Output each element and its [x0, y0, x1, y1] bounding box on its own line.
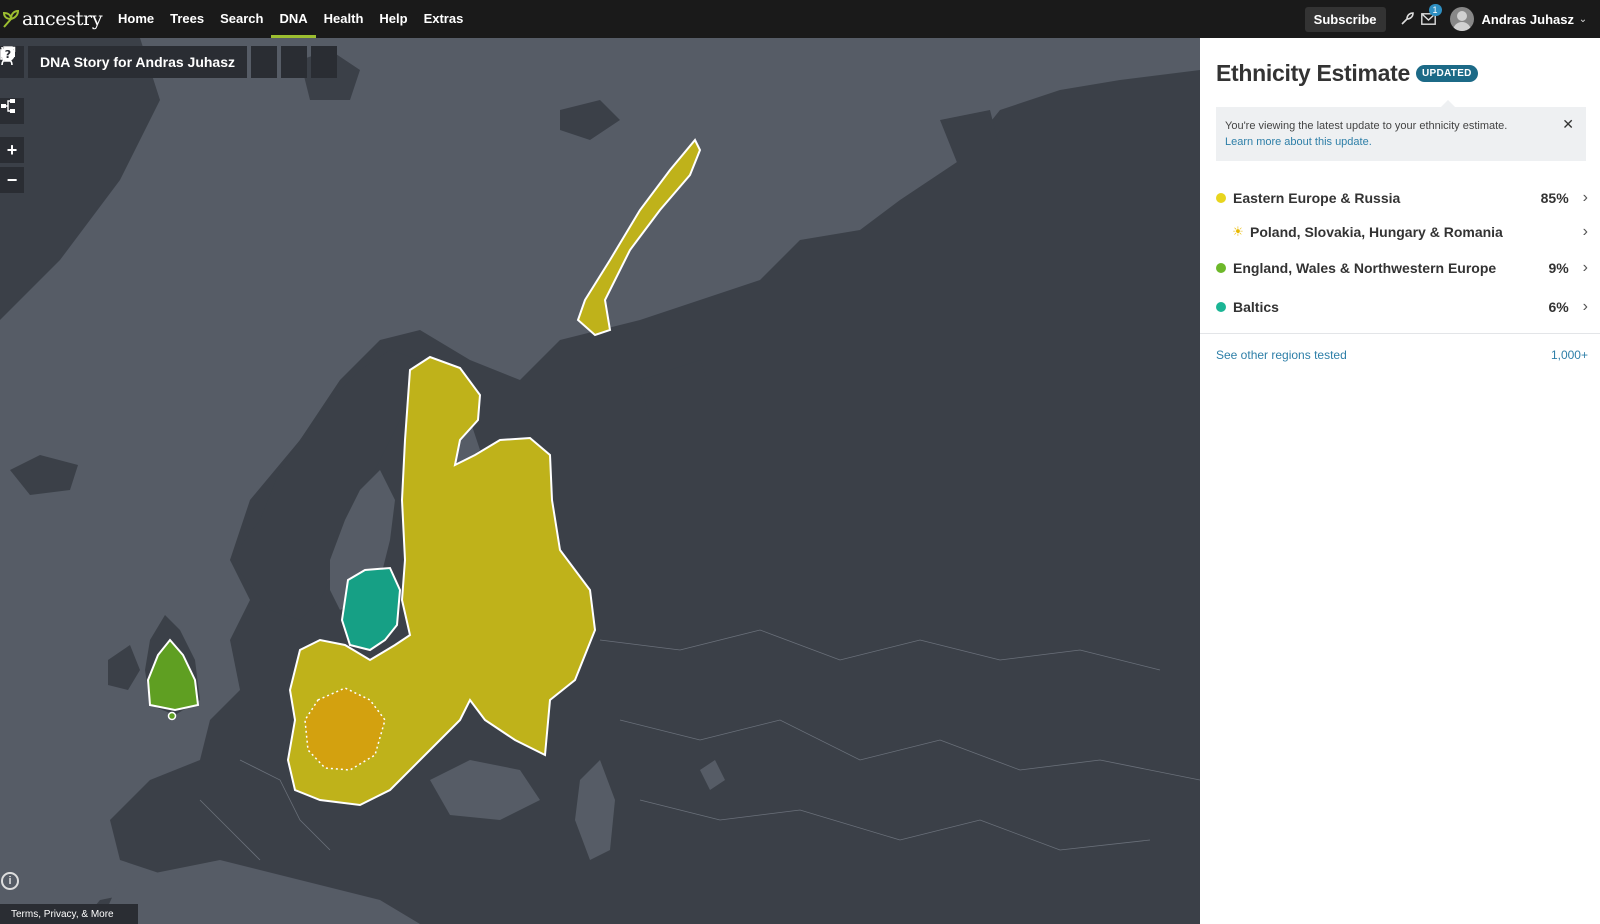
see-other-regions-link[interactable]: See other regions tested [1216, 348, 1347, 362]
update-notice: You're viewing the latest update to your… [1216, 100, 1586, 161]
zoom-out-button[interactable]: − [0, 167, 24, 193]
nav-health[interactable]: Health [316, 0, 372, 38]
logo-text: ancestry [22, 8, 103, 30]
messages-icon[interactable]: 1 [1420, 4, 1442, 28]
header-tools: Subscribe 1 Andras Juhasz ⌄ [1304, 0, 1592, 38]
nav-help[interactable]: Help [371, 0, 415, 38]
user-name[interactable]: Andras Juhasz [1482, 12, 1574, 27]
zoom-in-button[interactable]: + [0, 137, 24, 163]
region-percent: 9% [1548, 260, 1569, 276]
terms-privacy-link[interactable]: Terms, Privacy, & More [0, 904, 138, 924]
user-avatar[interactable] [1449, 7, 1474, 31]
dna-story-title[interactable]: DNA Story for Andras Juhasz [28, 46, 247, 78]
ethnicity-panel: Ethnicity Estimate UPDATED You're viewin… [1200, 38, 1600, 924]
sun-subregion-icon: ☀ [1232, 224, 1244, 239]
chevron-right-icon: › [1582, 298, 1588, 315]
region-name: Baltics [1233, 299, 1279, 315]
chevron-right-icon: › [1582, 189, 1588, 206]
chevron-right-icon: › [1582, 259, 1588, 276]
help-icon[interactable]: ? [1, 46, 337, 78]
region-color-dot [1216, 263, 1226, 273]
tree-connections-icon[interactable] [0, 98, 24, 124]
panel-divider [1200, 333, 1600, 334]
see-other-regions[interactable]: See other regions tested 1,000+ [1216, 348, 1588, 362]
regions-tested-count: 1,000+ [1550, 348, 1588, 362]
nav-home[interactable]: Home [110, 0, 162, 38]
nav-search[interactable]: Search [212, 0, 271, 38]
map-canvas [0, 38, 1200, 924]
region-baltics[interactable]: Baltics 6% › [1216, 295, 1588, 319]
learn-more-link[interactable]: Learn more about this update. [1225, 134, 1577, 150]
nav-dna[interactable]: DNA [271, 0, 316, 38]
ethnicity-map[interactable]: DNA Story for Andras Juhasz ? + − i Term… [0, 38, 1200, 924]
svg-text:?: ? [5, 48, 11, 61]
top-navigation-bar: ancestry Home Trees Search DNA Health He… [0, 0, 1600, 38]
dna-story-toolbar: DNA Story for Andras Juhasz ? [0, 46, 337, 78]
close-icon[interactable]: ✕ [1562, 116, 1574, 132]
nav-trees[interactable]: Trees [162, 0, 212, 38]
map-info-icon[interactable]: i [1, 872, 19, 890]
region-name: Eastern Europe & Russia [1233, 190, 1401, 206]
region-england-wales-nw-europe[interactable]: England, Wales & Northwestern Europe 9% … [1216, 256, 1588, 280]
nav-extras[interactable]: Extras [416, 0, 472, 38]
chevron-right-icon: › [1582, 223, 1588, 240]
region-color-dot [1216, 193, 1226, 203]
main-nav: Home Trees Search DNA Health Help Extras [110, 0, 471, 38]
updated-badge: UPDATED [1416, 65, 1478, 82]
subregion-poland-slovakia-hungary-romania[interactable]: ☀ Poland, Slovakia, Hungary & Romania › [1232, 220, 1588, 244]
subregion-name: Poland, Slovakia, Hungary & Romania [1250, 224, 1503, 240]
message-count-badge: 1 [1428, 4, 1442, 16]
leaf-hints-icon[interactable] [1398, 10, 1416, 28]
region-name: England, Wales & Northwestern Europe [1233, 260, 1497, 276]
region-percent: 85% [1540, 190, 1569, 206]
region-eastern-europe-russia[interactable]: Eastern Europe & Russia 85% › [1216, 186, 1588, 210]
leaf-logo-icon [2, 9, 20, 28]
region-color-dot [1216, 302, 1226, 312]
share-icon[interactable] [0, 46, 277, 78]
print-icon[interactable] [1, 46, 307, 78]
panel-title: Ethnicity Estimate [1216, 60, 1410, 86]
ancestry-logo[interactable]: ancestry [2, 6, 103, 32]
region-percent: 6% [1548, 299, 1569, 315]
panel-header: Ethnicity Estimate UPDATED [1216, 60, 1478, 87]
subscribe-button[interactable]: Subscribe [1304, 6, 1386, 32]
chevron-down-icon[interactable]: ⌄ [1574, 10, 1592, 28]
notice-text: You're viewing the latest update to your… [1225, 120, 1508, 132]
